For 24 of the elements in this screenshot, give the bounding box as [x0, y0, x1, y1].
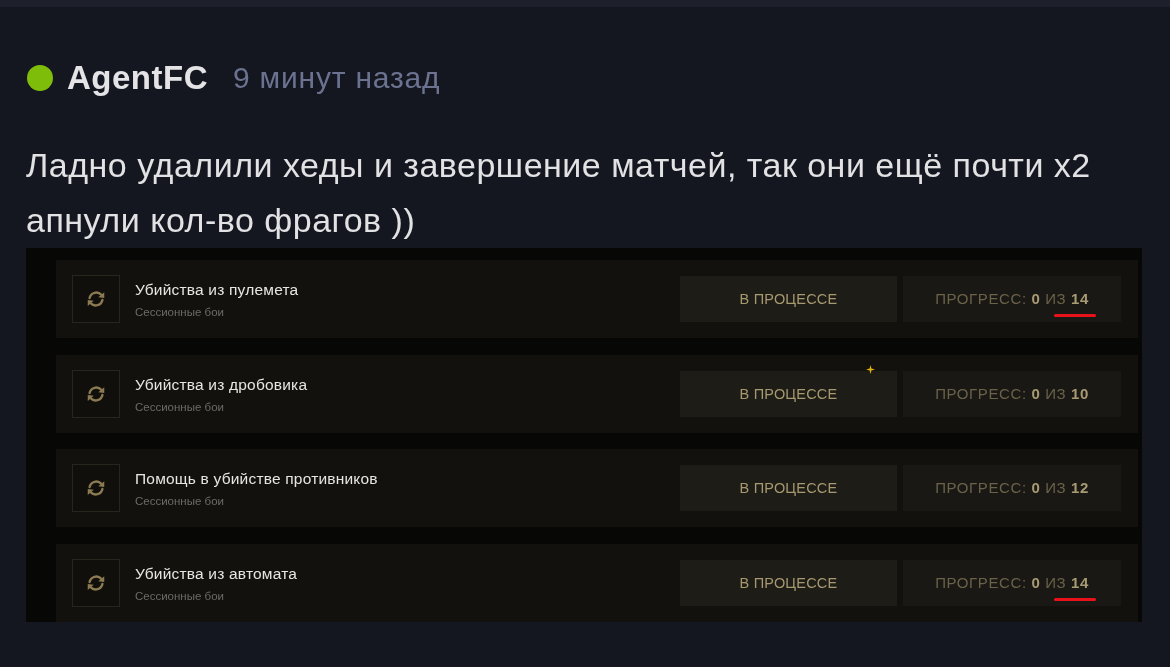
- author-name[interactable]: AgentFC: [67, 59, 208, 97]
- status-badge: В ПРОЦЕССЕ: [680, 465, 897, 511]
- status-badge: В ПРОЦЕССЕ: [680, 370, 897, 417]
- task-title: Помощь в убийстве противников: [135, 469, 378, 488]
- progress-text: ПРОГРЕСС: 0 ИЗ 14: [935, 573, 1089, 591]
- status-badge: В ПРОЦЕССЕ: [680, 276, 897, 322]
- task-subtitle: Сессионные бои: [135, 495, 224, 507]
- task-title: Убийства из автомата: [135, 563, 298, 583]
- task-title: Убийства из дробовика: [135, 374, 308, 394]
- task-title: Убийства из пулемета: [135, 280, 299, 299]
- progress-text: ПРОГРЕСС: 0 ИЗ 12: [935, 479, 1089, 496]
- task-subtitle: Сессионные бои: [135, 589, 224, 602]
- message-text: Ладно удалили хеды и завершение матчей, так они ещё почти x2 апнули кол-во фрагов )): [26, 145, 1092, 241]
- task-subtitle: Сессионные бои: [135, 400, 224, 413]
- task-subtitle: Сессионные бои: [135, 306, 224, 318]
- refresh-icon: [72, 558, 120, 607]
- refresh-icon: [72, 275, 120, 323]
- refresh-icon: [72, 369, 120, 418]
- progress-text: ПРОГРЕСС: 0 ИЗ 10: [935, 384, 1089, 402]
- status-badge: В ПРОЦЕССЕ: [680, 559, 897, 606]
- refresh-icon: [72, 464, 120, 512]
- progress-text: ПРОГРЕСС: 0 ИЗ 14: [935, 290, 1089, 307]
- post-time: 9 минут назад: [233, 61, 441, 95]
- crosshair-icon: [866, 365, 875, 374]
